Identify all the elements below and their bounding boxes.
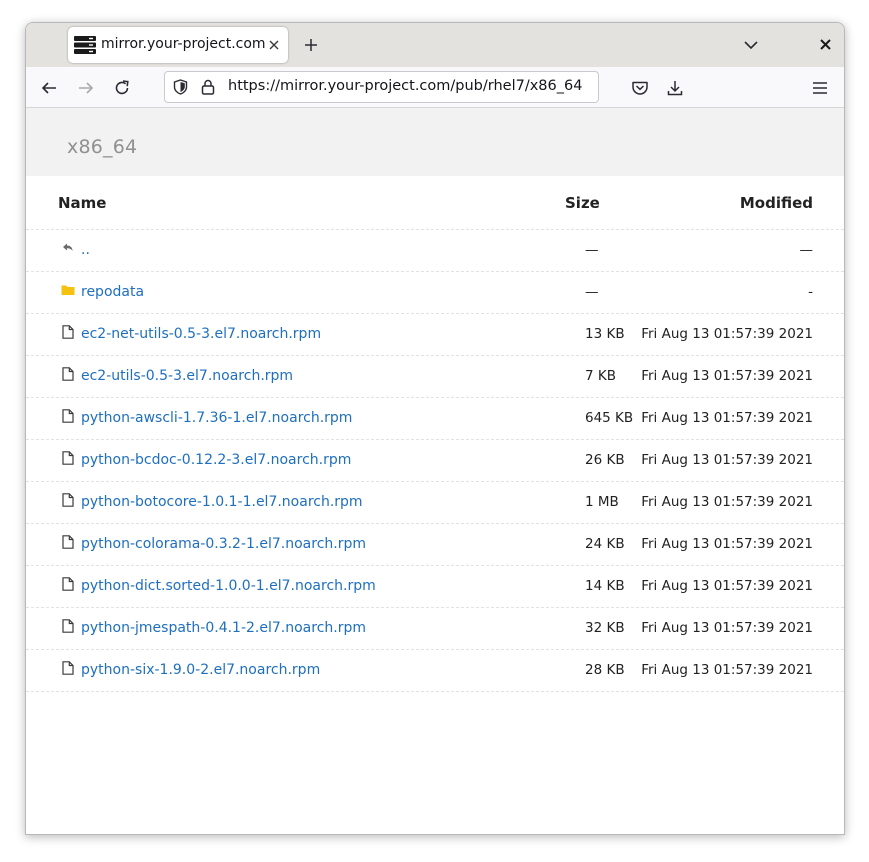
file-row: python-botocore-1.0.1-1.el7.noarch.rpm 1 … xyxy=(26,482,844,524)
page-title: x86_64 xyxy=(67,136,138,158)
entry-link[interactable]: repodata xyxy=(81,284,144,300)
file-row: python-jmespath-0.4.1-2.el7.noarch.rpm 32… xyxy=(26,608,844,650)
tracking-shield-icon[interactable] xyxy=(173,79,188,95)
entry-size: 28 KB xyxy=(585,662,625,678)
file-icon xyxy=(62,577,74,591)
entry-link[interactable]: python-awscli-1.7.36-1.el7.noarch.rpm xyxy=(81,410,352,426)
browser-window: mirror.your-project.com https://mirror.y… xyxy=(25,22,845,835)
file-icon xyxy=(62,325,74,339)
forward-arrow-icon[interactable] xyxy=(77,79,95,97)
close-tab-icon[interactable] xyxy=(268,39,280,51)
entry-size: 13 KB xyxy=(585,326,625,342)
back-arrow-icon[interactable] xyxy=(40,79,58,97)
file-row: python-six-1.9.0-2.el7.noarch.rpm 28 KB Fr… xyxy=(26,650,844,692)
entry-modified: Fri Aug 13 01:57:39 2021 xyxy=(641,326,813,342)
entry-modified: Fri Aug 13 01:57:39 2021 xyxy=(641,662,813,678)
folder-icon xyxy=(61,285,75,295)
entry-size: — xyxy=(585,284,599,300)
file-row: ec2-utils-0.5-3.el7.noarch.rpm 7 KB Fri Au… xyxy=(26,356,844,398)
entry-modified: Fri Aug 13 01:57:39 2021 xyxy=(641,578,813,594)
new-tab-icon[interactable] xyxy=(304,38,318,52)
column-header-name[interactable]: Name xyxy=(58,194,106,212)
lock-icon[interactable] xyxy=(201,79,215,95)
tab-title: mirror.your-project.com xyxy=(101,36,266,52)
entry-size: 645 KB xyxy=(585,410,634,426)
entry-size: — xyxy=(585,242,599,258)
file-row: python-colorama-0.3.2-1.el7.noarch.rpm 24… xyxy=(26,524,844,566)
hamburger-menu-icon[interactable] xyxy=(811,79,829,97)
entry-modified: Fri Aug 13 01:57:39 2021 xyxy=(641,452,813,468)
file-icon xyxy=(62,535,74,549)
entry-link[interactable]: python-dict.sorted-1.0.0-1.el7.noarch.rp… xyxy=(81,578,376,594)
entry-modified: Fri Aug 13 01:57:39 2021 xyxy=(641,620,813,636)
tab-strip: mirror.your-project.com xyxy=(26,23,844,67)
entry-link[interactable]: ec2-utils-0.5-3.el7.noarch.rpm xyxy=(81,368,293,384)
entry-modified: Fri Aug 13 01:57:39 2021 xyxy=(641,536,813,552)
parent-dir-row: .. — — xyxy=(26,230,844,272)
file-row: python-awscli-1.7.36-1.el7.noarch.rpm 645… xyxy=(26,398,844,440)
entry-modified: Fri Aug 13 01:57:39 2021 xyxy=(641,368,813,384)
entry-modified: - xyxy=(808,284,813,300)
reload-icon[interactable] xyxy=(113,79,131,97)
listing-header: Name Size Modified xyxy=(26,176,844,230)
entry-size: 24 KB xyxy=(585,536,625,552)
entry-modified: — xyxy=(799,242,814,258)
column-header-modified[interactable]: Modified xyxy=(740,194,813,212)
column-header-size[interactable]: Size xyxy=(565,194,600,212)
entry-size: 32 KB xyxy=(585,620,625,636)
entry-link[interactable]: python-bcdoc-0.12.2-3.el7.noarch.rpm xyxy=(81,452,351,468)
entry-link[interactable]: python-six-1.9.0-2.el7.noarch.rpm xyxy=(81,662,320,678)
file-listing: Name Size Modified .. — — repodata — - ec2-net… xyxy=(26,176,844,692)
url-text[interactable]: https://mirror.your-project.com/pub/rhel… xyxy=(228,78,582,94)
file-icon xyxy=(62,409,74,423)
entry-size: 1 MB xyxy=(585,494,619,510)
entry-link[interactable]: python-botocore-1.0.1-1.el7.noarch.rpm xyxy=(81,494,363,510)
file-icon xyxy=(62,493,74,507)
entry-link[interactable]: ec2-net-utils-0.5-3.el7.noarch.rpm xyxy=(81,326,321,342)
file-icon xyxy=(62,451,74,465)
pocket-icon[interactable] xyxy=(631,79,649,97)
server-icon xyxy=(74,36,96,54)
file-icon xyxy=(62,619,74,633)
entry-link[interactable]: python-colorama-0.3.2-1.el7.noarch.rpm xyxy=(81,536,366,552)
file-icon xyxy=(62,661,74,675)
page-header: x86_64 xyxy=(26,108,844,176)
go-up-icon xyxy=(63,243,73,251)
window-close-icon[interactable] xyxy=(820,39,831,50)
entry-modified: Fri Aug 13 01:57:39 2021 xyxy=(641,410,813,426)
entry-link[interactable]: .. xyxy=(81,242,90,258)
chevron-down-icon[interactable] xyxy=(744,40,758,50)
file-row: ec2-net-utils-0.5-3.el7.noarch.rpm 13 KB F… xyxy=(26,314,844,356)
file-row: python-dict.sorted-1.0.0-1.el7.noarch.rp… xyxy=(26,566,844,608)
entry-modified: Fri Aug 13 01:57:39 2021 xyxy=(641,494,813,510)
file-icon xyxy=(62,367,74,381)
file-row: python-bcdoc-0.12.2-3.el7.noarch.rpm 26 K… xyxy=(26,440,844,482)
tab-active[interactable]: mirror.your-project.com xyxy=(68,27,288,63)
folder-row: repodata — - xyxy=(26,272,844,314)
listing-rows: .. — — repodata — - ec2-net-utils-0.5-3.el7.no… xyxy=(26,230,844,692)
address-bar[interactable]: https://mirror.your-project.com/pub/rhel… xyxy=(164,71,599,103)
entry-size: 7 KB xyxy=(585,368,616,384)
navigation-toolbar: https://mirror.your-project.com/pub/rhel… xyxy=(26,67,844,108)
entry-size: 26 KB xyxy=(585,452,625,468)
entry-link[interactable]: python-jmespath-0.4.1-2.el7.noarch.rpm xyxy=(81,620,366,636)
entry-size: 14 KB xyxy=(585,578,625,594)
download-icon[interactable] xyxy=(666,79,684,97)
